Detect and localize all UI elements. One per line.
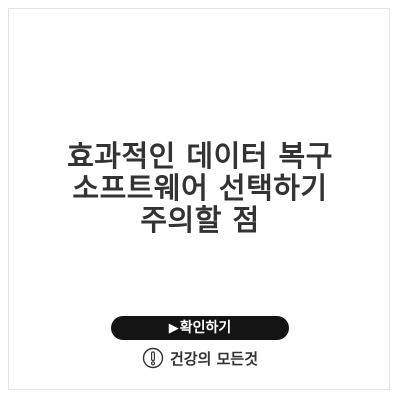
page-title: 효과적인 데이터 복구 소프트웨어 선택하기 주의할 점 <box>0 140 400 236</box>
title-line-1: 효과적인 데이터 복구 <box>67 139 333 173</box>
exclamation-circle-icon <box>142 347 164 369</box>
play-arrow-icon: ▶ <box>168 321 179 336</box>
site-name: 건강의 모든것 <box>169 349 259 368</box>
title-line-2: 소프트웨어 선택하기 <box>72 171 328 205</box>
confirm-button-label: 확인하기 <box>179 320 232 336</box>
thumbnail-page: 효과적인 데이터 복구 소프트웨어 선택하기 주의할 점 ▶확인하기 건강의 모… <box>0 0 400 400</box>
title-line-3: 주의할 점 <box>140 203 260 237</box>
site-brand: 건강의 모든것 <box>0 345 400 371</box>
confirm-button[interactable]: ▶확인하기 <box>111 316 289 340</box>
